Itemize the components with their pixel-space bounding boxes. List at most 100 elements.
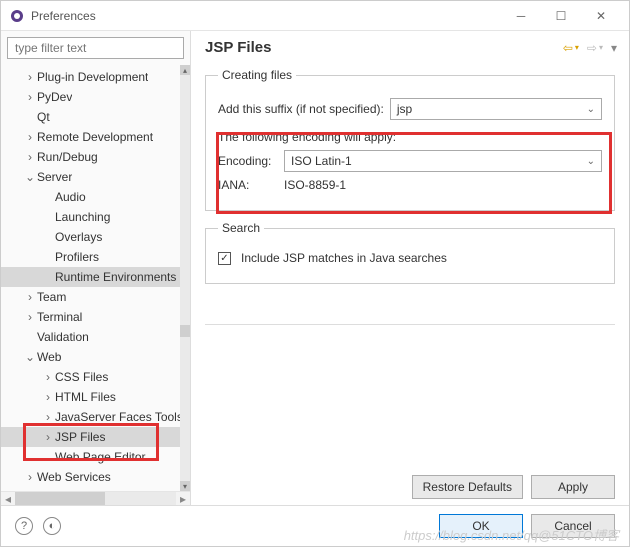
tree-item-label: Terminal <box>37 310 82 324</box>
expand-icon[interactable]: › <box>23 90 37 104</box>
help-button[interactable]: ? <box>15 517 33 535</box>
apply-button[interactable]: Apply <box>531 475 615 499</box>
tree-item-web-services[interactable]: ›Web Services <box>1 467 190 487</box>
forward-button[interactable]: ⇨ ▾ <box>587 41 603 55</box>
expand-icon[interactable]: › <box>23 470 37 484</box>
collapse-icon[interactable]: ⌄ <box>23 170 37 184</box>
scroll-left-icon[interactable]: ◂ <box>1 492 15 505</box>
tree-item-label: Team <box>37 290 66 304</box>
expand-icon[interactable]: › <box>23 70 37 84</box>
expand-icon[interactable]: › <box>41 390 55 404</box>
cancel-label: Cancel <box>554 519 591 533</box>
ok-label: OK <box>472 519 489 533</box>
tree-item-html-files[interactable]: ›HTML Files <box>1 387 190 407</box>
tree-item-label: Run/Debug <box>37 150 98 164</box>
tree-item-label: Qt <box>37 110 50 124</box>
suffix-select[interactable]: jsp ⌄ <box>390 98 602 120</box>
encoding-note: The following encoding will apply: <box>218 130 396 144</box>
tree-item-web-page-editor[interactable]: Web Page Editor <box>1 447 190 467</box>
creating-files-group: Creating files Add this suffix (if not s… <box>205 68 615 211</box>
encoding-select[interactable]: ISO Latin-1 ⌄ <box>284 150 602 172</box>
tree-item-qt[interactable]: Qt <box>1 107 190 127</box>
tree-item-profilers[interactable]: Profilers <box>1 247 190 267</box>
tree-item-overlays[interactable]: Overlays <box>1 227 190 247</box>
iana-value: ISO-8859-1 <box>284 178 346 192</box>
expand-icon[interactable]: › <box>41 410 55 424</box>
tree-item-javaserver-faces-tools[interactable]: ›JavaServer Faces Tools <box>1 407 190 427</box>
expand-icon[interactable]: › <box>41 430 55 444</box>
tree-item-label: Profilers <box>55 250 99 264</box>
tree-item-label: Server <box>37 170 72 184</box>
back-button[interactable]: ⇦ ▾ <box>563 41 579 55</box>
tree-hscrollbar[interactable]: ◂ ▸ <box>1 491 190 505</box>
scroll-right-icon[interactable]: ▸ <box>176 492 190 505</box>
search-legend: Search <box>218 221 264 235</box>
preferences-tree: ›Plug-in Development›PyDevQt›Remote Deve… <box>1 65 190 491</box>
tree-item-launching[interactable]: Launching <box>1 207 190 227</box>
tree-item-label: Web Page Editor <box>55 450 146 464</box>
minimize-button[interactable]: ─ <box>501 2 541 30</box>
restore-defaults-button[interactable]: Restore Defaults <box>412 475 523 499</box>
tree-item-label: CSS Files <box>55 370 108 384</box>
tree-item-remote-development[interactable]: ›Remote Development <box>1 127 190 147</box>
tree-item-server[interactable]: ⌄Server <box>1 167 190 187</box>
tree-item-label: Web <box>37 350 61 364</box>
include-jsp-checkbox[interactable]: ✓ <box>218 252 231 265</box>
tree-item-label: Web Services <box>37 470 111 484</box>
app-icon <box>9 8 25 24</box>
titlebar: Preferences ─ ☐ ✕ <box>1 1 629 31</box>
tree-item-team[interactable]: ›Team <box>1 287 190 307</box>
filter-input-wrapper[interactable] <box>7 37 184 59</box>
tree-item-run-debug[interactable]: ›Run/Debug <box>1 147 190 167</box>
tree-item-label: Overlays <box>55 230 102 244</box>
expand-icon[interactable]: › <box>23 310 37 324</box>
tree-item-label: HTML Files <box>55 390 116 404</box>
scroll-thumb[interactable] <box>180 325 190 337</box>
tree-item-label: Launching <box>55 210 110 224</box>
filter-input[interactable] <box>13 38 178 58</box>
suffix-value: jsp <box>397 102 412 116</box>
encoding-value: ISO Latin-1 <box>291 154 352 168</box>
suffix-label: Add this suffix (if not specified): <box>218 102 384 116</box>
tree-item-validation[interactable]: Validation <box>1 327 190 347</box>
expand-icon[interactable]: › <box>23 130 37 144</box>
include-jsp-label: Include JSP matches in Java searches <box>241 251 447 265</box>
tree-item-web[interactable]: ⌄Web <box>1 347 190 367</box>
tree-item-css-files[interactable]: ›CSS Files <box>1 367 190 387</box>
close-button[interactable]: ✕ <box>581 2 621 30</box>
tree-item-terminal[interactable]: ›Terminal <box>1 307 190 327</box>
tree-item-jsp-files[interactable]: ›JSP Files <box>1 427 190 447</box>
collapse-icon[interactable]: ⌄ <box>23 350 37 364</box>
tree-item-label: Plug-in Development <box>37 70 148 84</box>
tree-item-label: JSP Files <box>55 430 105 444</box>
tree-item-label: Validation <box>37 330 89 344</box>
menu-button[interactable]: ▾ <box>611 41 617 55</box>
iana-label: IANA: <box>218 178 278 192</box>
tree-scrollbar[interactable] <box>180 65 190 491</box>
import-export-button[interactable]: ◐ <box>43 517 61 535</box>
page-title: JSP Files <box>205 39 563 56</box>
dialog-footer: ? ◐ OK Cancel https://blog.csdn.net/qq@5… <box>1 505 629 546</box>
sidebar: ›Plug-in Development›PyDevQt›Remote Deve… <box>1 31 191 505</box>
cancel-button[interactable]: Cancel <box>531 514 615 538</box>
scroll-down-icon[interactable]: ▾ <box>180 481 190 491</box>
page-body: Creating files Add this suffix (if not s… <box>191 62 629 465</box>
tree-item-audio[interactable]: Audio <box>1 187 190 207</box>
tree-item-runtime-environments[interactable]: Runtime Environments <box>1 267 190 287</box>
tree-item-pydev[interactable]: ›PyDev <box>1 87 190 107</box>
tree-item-label: JavaServer Faces Tools <box>55 410 183 424</box>
expand-icon[interactable]: › <box>41 370 55 384</box>
expand-icon[interactable]: › <box>23 150 37 164</box>
hscroll-thumb[interactable] <box>15 492 105 505</box>
window-title: Preferences <box>31 9 501 23</box>
chevron-down-icon: ⌄ <box>587 104 595 115</box>
tree-item-plug-in-development[interactable]: ›Plug-in Development <box>1 67 190 87</box>
expand-icon[interactable]: › <box>23 290 37 304</box>
separator <box>205 324 615 325</box>
creating-files-legend: Creating files <box>218 68 296 82</box>
scroll-up-icon[interactable]: ▴ <box>180 65 190 75</box>
ok-button[interactable]: OK <box>439 514 523 538</box>
maximize-button[interactable]: ☐ <box>541 2 581 30</box>
check-icon: ✓ <box>220 253 228 264</box>
encoding-label: Encoding: <box>218 154 278 168</box>
